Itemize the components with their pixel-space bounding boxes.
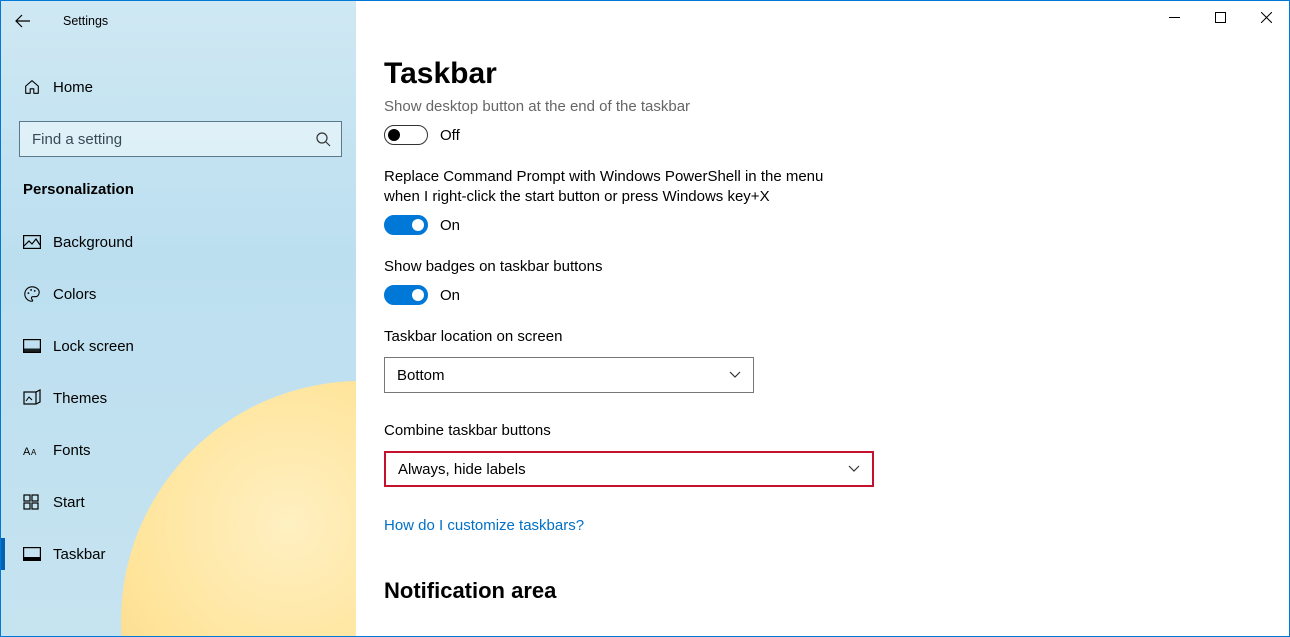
sidebar-home[interactable]: Home <box>1 67 356 107</box>
toggle-powershell-state: On <box>440 217 460 234</box>
sidebar-item-label: Colors <box>53 286 96 303</box>
titlebar-left: Settings <box>1 1 356 41</box>
setting-badges-desc: Show badges on taskbar buttons <box>384 257 994 277</box>
taskbar-icon <box>23 547 53 561</box>
chevron-down-icon <box>729 371 741 379</box>
dropdown-combine-buttons[interactable]: Always, hide labels <box>384 451 874 487</box>
dropdown-taskbar-location[interactable]: Bottom <box>384 357 754 393</box>
search-input[interactable] <box>32 131 315 148</box>
content-scroll[interactable]: Taskbar Show desktop button at the end o… <box>384 1 1277 636</box>
dropdown-taskbar-location-value: Bottom <box>397 367 445 384</box>
sidebar-item-taskbar[interactable]: Taskbar <box>1 528 356 580</box>
sidebar-item-background[interactable]: Background <box>1 216 356 268</box>
picture-icon <box>23 235 53 249</box>
back-button[interactable] <box>1 1 45 41</box>
sidebar-item-themes[interactable]: Themes <box>1 372 356 424</box>
search-icon <box>315 131 331 147</box>
toggle-show-desktop-state: Off <box>440 127 460 144</box>
sidebar: Settings Home Personalization Background <box>1 1 356 636</box>
setting-powershell-desc: Replace Command Prompt with Windows Powe… <box>384 167 844 207</box>
setting-location-label: Taskbar location on screen <box>384 327 994 347</box>
main-pane: Taskbar Show desktop button at the end o… <box>356 1 1289 636</box>
sidebar-item-lock-screen[interactable]: Lock screen <box>1 320 356 372</box>
start-icon <box>23 494 53 510</box>
sidebar-nav: Background Colors Lock screen Themes <box>1 216 356 580</box>
setting-combine-label: Combine taskbar buttons <box>384 421 994 441</box>
section-notification-area: Notification area <box>384 578 1277 604</box>
dropdown-combine-buttons-value: Always, hide labels <box>398 461 526 478</box>
sidebar-item-label: Lock screen <box>53 338 134 355</box>
search-box[interactable] <box>19 121 342 157</box>
sidebar-item-label: Taskbar <box>53 546 106 563</box>
svg-text:A: A <box>31 448 37 457</box>
themes-icon <box>23 389 53 407</box>
toggle-powershell[interactable] <box>384 215 428 235</box>
page-title: Taskbar <box>384 57 1277 91</box>
link-customize-taskbars[interactable]: How do I customize taskbars? <box>384 517 1277 534</box>
sidebar-item-colors[interactable]: Colors <box>1 268 356 320</box>
sidebar-home-label: Home <box>53 79 93 96</box>
toggle-show-desktop[interactable] <box>384 125 428 145</box>
fonts-icon: AA <box>23 442 53 458</box>
sidebar-item-label: Themes <box>53 390 107 407</box>
setting-show-desktop-desc: Show desktop button at the end of the ta… <box>384 97 994 117</box>
arrow-left-icon <box>15 13 31 29</box>
toggle-badges[interactable] <box>384 285 428 305</box>
lock-screen-icon <box>23 339 53 353</box>
chevron-down-icon <box>848 465 860 473</box>
home-icon <box>23 78 53 96</box>
sidebar-item-fonts[interactable]: AA Fonts <box>1 424 356 476</box>
svg-text:A: A <box>23 446 31 458</box>
sidebar-item-label: Background <box>53 234 133 251</box>
app-title: Settings <box>63 14 108 28</box>
sidebar-item-label: Fonts <box>53 442 91 459</box>
sidebar-item-start[interactable]: Start <box>1 476 356 528</box>
sidebar-item-label: Start <box>53 494 85 511</box>
sidebar-category: Personalization <box>1 157 356 216</box>
palette-icon <box>23 285 53 303</box>
toggle-badges-state: On <box>440 287 460 304</box>
